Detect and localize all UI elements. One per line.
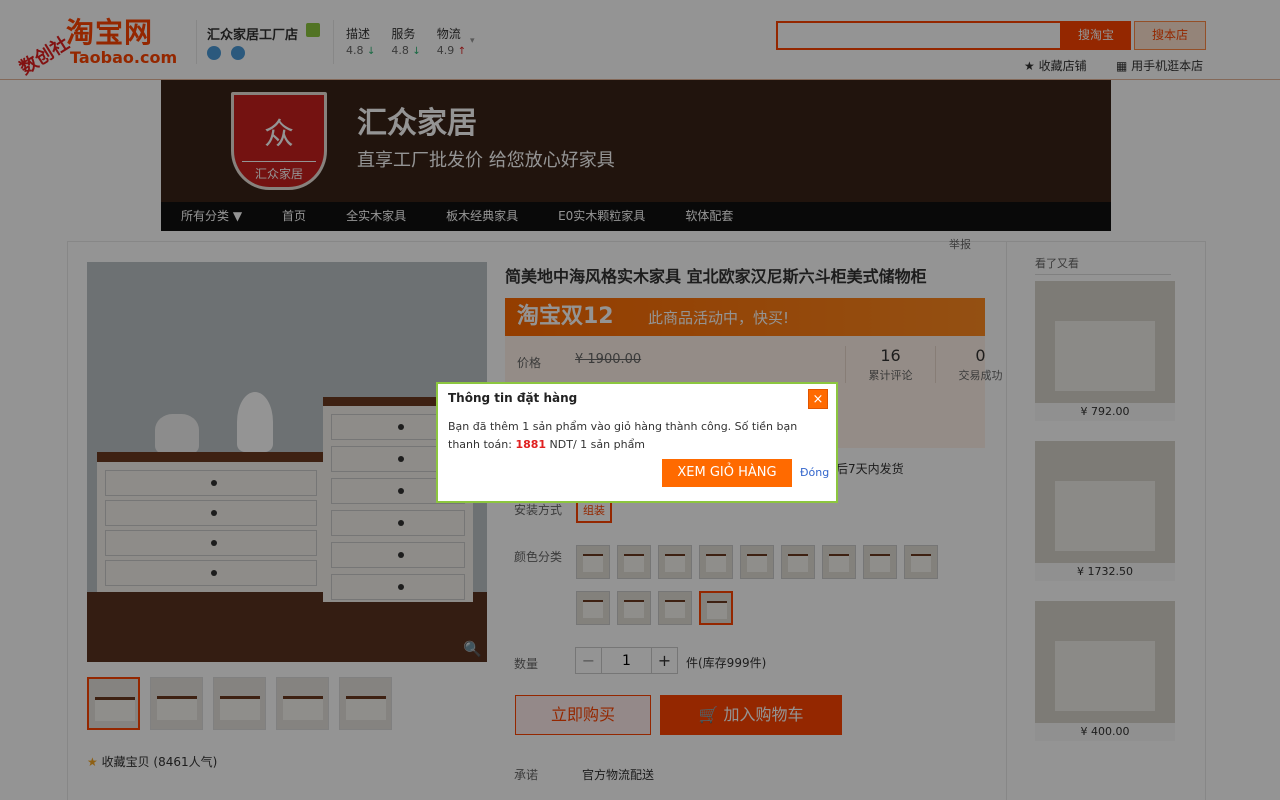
dialog-amount: 1881: [515, 438, 547, 451]
view-cart-button[interactable]: XEM GIỎ HÀNG: [662, 459, 792, 487]
dialog-message-suffix: NDT/ 1 sản phẩm: [546, 438, 646, 451]
dialog-title: Thông tin đặt hàng: [448, 391, 578, 405]
dialog-message: Bạn đã thêm 1 sản phẩm vào giỏ hàng thàn…: [448, 418, 832, 454]
close-icon[interactable]: ×: [808, 389, 828, 409]
dialog-close-link[interactable]: Đóng: [800, 466, 829, 479]
order-info-dialog: Thông tin đặt hàng × Bạn đã thêm 1 sản p…: [436, 382, 838, 503]
page: 淘宝网 Taobao.com 数创社 汇众家居工厂店 描述 4.8 ↓ 服务 4…: [0, 0, 1280, 800]
